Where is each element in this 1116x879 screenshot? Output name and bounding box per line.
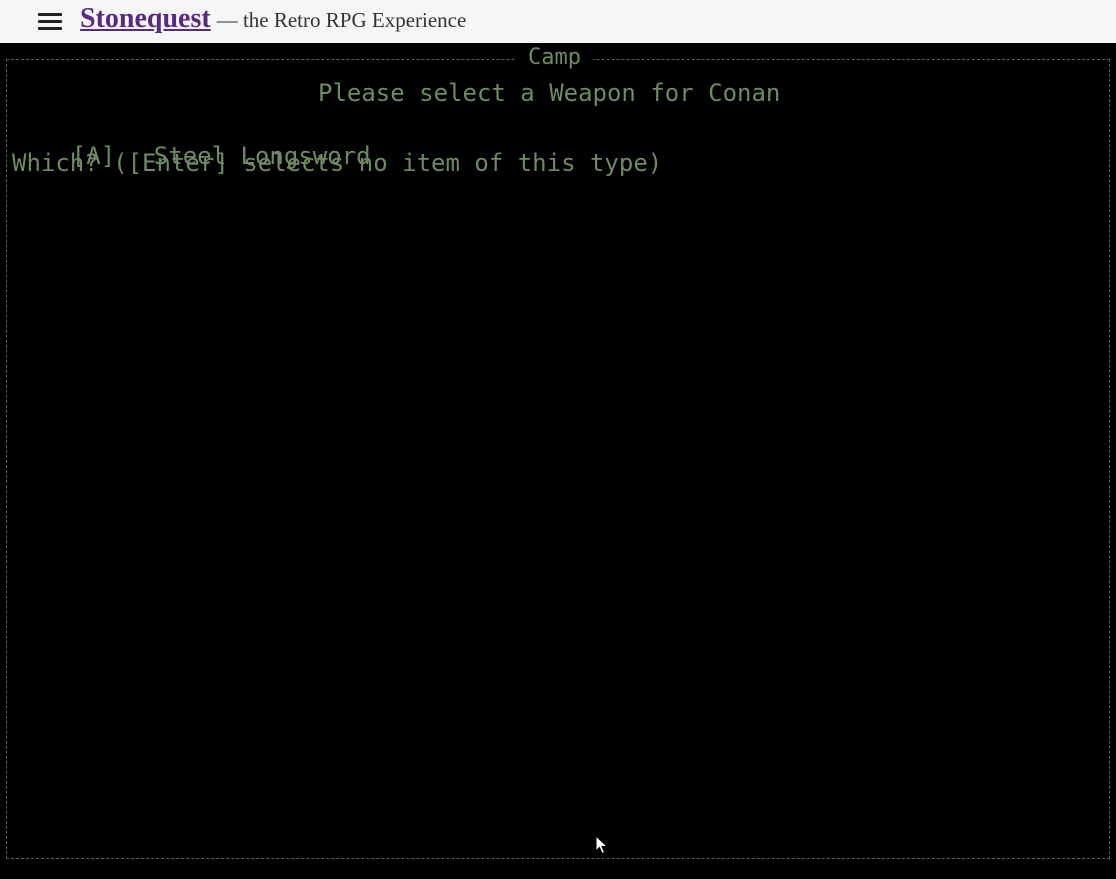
brand-link[interactable]: Stonequest bbox=[80, 3, 211, 34]
hamburger-menu-icon[interactable] bbox=[38, 13, 62, 31]
prompt-title: Please select a Weapon for Conan bbox=[318, 79, 781, 107]
brand-wrap: Stonequest — the Retro RPG Experience bbox=[80, 3, 466, 35]
mouse-pointer-icon bbox=[595, 835, 609, 855]
selection-prompt: Which? ([Enter] selects no item of this … bbox=[12, 149, 663, 177]
app-header: Stonequest — the Retro RPG Experience bbox=[0, 0, 1116, 43]
frame-title: Camp bbox=[516, 45, 593, 71]
tagline: — the Retro RPG Experience bbox=[216, 8, 467, 32]
game-terminal[interactable]: Camp Please select a Weapon for Conan [A… bbox=[0, 43, 1116, 879]
